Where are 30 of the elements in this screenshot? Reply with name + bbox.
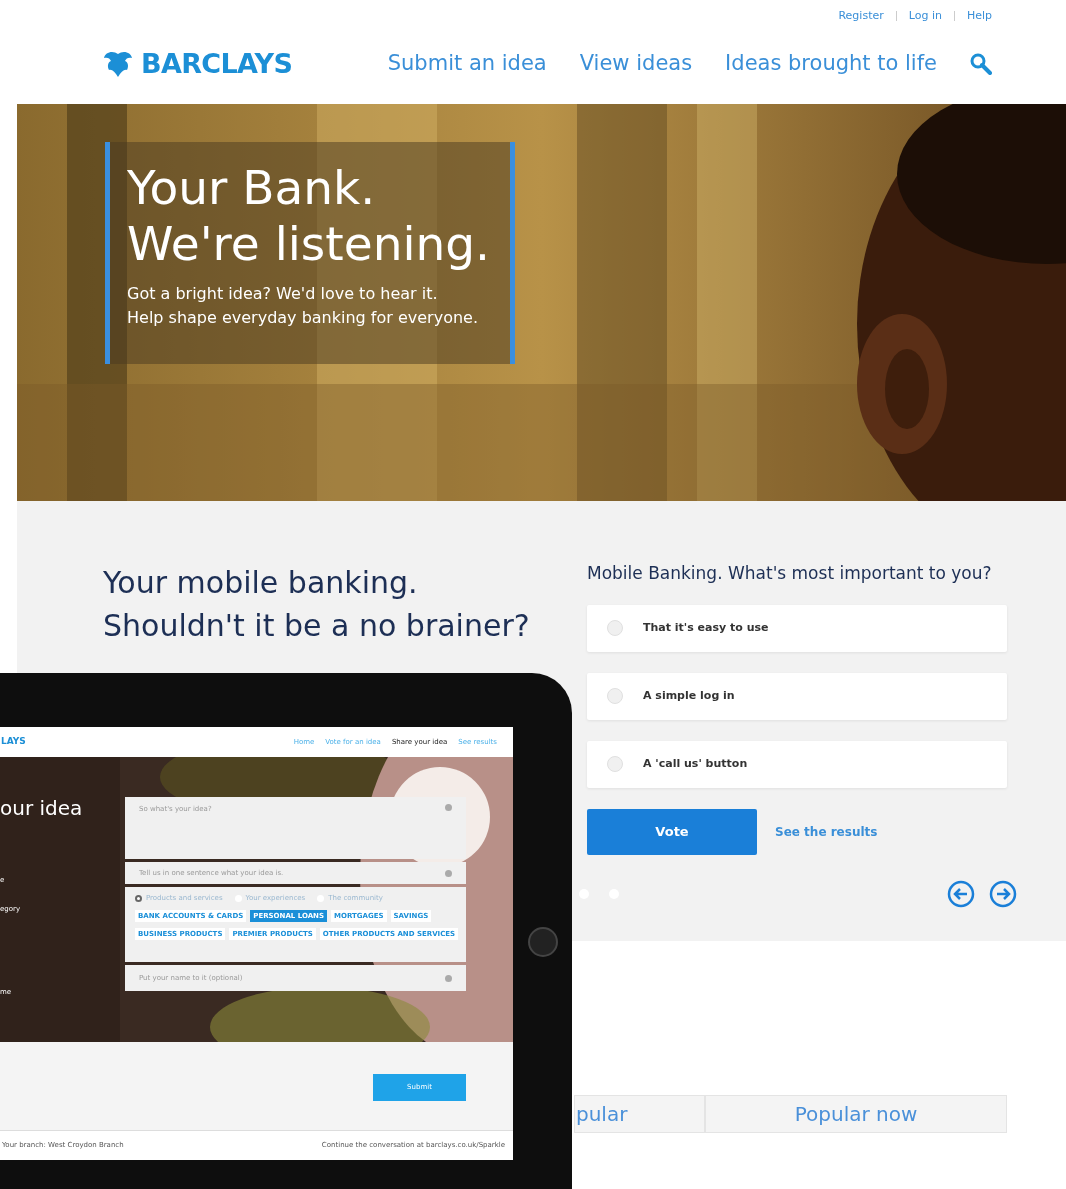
nav-link[interactable]: Submit an idea [387,48,547,80]
header-link[interactable]: Help [966,7,992,25]
hero-subtitle: Help shape everyday banking for everyone. [127,307,479,329]
home-button[interactable] [528,927,558,957]
brand-logo[interactable]: LAYS [1,735,26,749]
info-icon [445,869,452,877]
nav-link[interactable]: Ideas brought to life [725,48,937,80]
promo-heading: Shouldn't it be a no brainer? [103,607,531,645]
poll-question: Mobile Banking. What's most important to you? [587,562,993,585]
tab[interactable]: pular [574,1095,705,1133]
header-link[interactable]: Register [838,7,884,25]
search-icon[interactable] [970,53,992,75]
hero-title: We're listening. [127,216,491,272]
hero-subtitle: Got a bright idea? We'd love to hear it. [127,283,439,305]
results-link[interactable]: See the results [775,822,878,841]
eagle-logo-icon [103,50,133,78]
promo-heading: Your mobile banking. [103,564,419,602]
radio-button[interactable] [135,894,142,902]
header-link[interactable]: Log in [908,7,942,25]
info-icon [445,804,452,811]
tab[interactable]: Popular now [705,1095,1007,1133]
brand-logo[interactable]: BARCLAYS [141,43,293,85]
form-heading: our idea [0,795,83,822]
vote-button[interactable]: Vote [587,808,757,855]
info-icon [445,974,452,982]
nav-link[interactable]: View ideas [579,48,693,80]
poll-option[interactable]: A 'call us' button [587,740,1007,788]
hero-title: Your Bank. [127,160,377,216]
poll-option[interactable]: That it's easy to use [587,604,1007,652]
poll-option[interactable]: A simple log in [587,672,1007,720]
